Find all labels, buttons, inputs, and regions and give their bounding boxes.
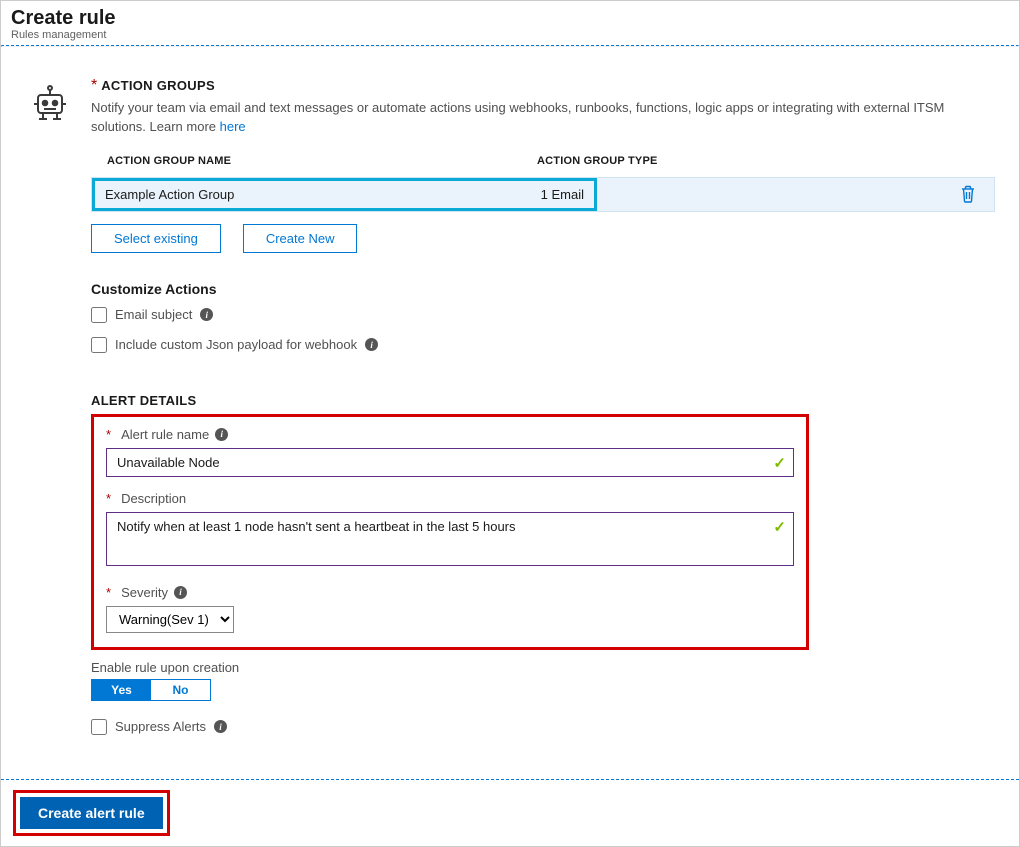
- required-asterisk: *: [106, 491, 111, 506]
- check-icon: ✓: [773, 454, 786, 472]
- suppress-alerts-option[interactable]: Suppress Alerts i: [91, 719, 995, 735]
- action-group-name: Example Action Group: [105, 187, 541, 202]
- action-group-selected-cell: Example Action Group 1 Email: [92, 178, 597, 211]
- footer-bar: Create alert rule: [1, 779, 1019, 846]
- alert-details-section: ALERT DETAILS * Alert rule name i ✓: [91, 393, 995, 735]
- robot-icon: [29, 77, 91, 735]
- create-alert-rule-button[interactable]: Create alert rule: [20, 797, 163, 829]
- email-subject-label: Email subject: [115, 307, 192, 322]
- learn-more-link[interactable]: here: [220, 119, 246, 134]
- rule-name-input[interactable]: [106, 448, 794, 477]
- content-area: * ACTION GROUPS Notify your team via emai…: [1, 47, 1019, 779]
- action-groups-title-row: * ACTION GROUPS: [91, 77, 995, 95]
- rule-name-label: Alert rule name: [121, 427, 209, 442]
- description-label: Description: [121, 491, 186, 506]
- enable-rule-toggle[interactable]: Yes No: [91, 679, 211, 701]
- action-groups-title: ACTION GROUPS: [101, 78, 215, 93]
- action-groups-description: Notify your team via email and text mess…: [91, 99, 995, 137]
- info-icon[interactable]: i: [365, 338, 378, 351]
- page-subtitle: Rules management: [11, 29, 1009, 41]
- create-button-highlight-box: Create alert rule: [13, 790, 170, 836]
- page-title: Create rule: [11, 7, 1009, 30]
- toggle-no[interactable]: No: [151, 680, 210, 700]
- email-subject-option[interactable]: Email subject i: [91, 307, 995, 323]
- select-existing-button[interactable]: Select existing: [91, 224, 221, 253]
- severity-select[interactable]: Warning(Sev 1): [106, 606, 234, 633]
- description-label-row: * Description: [106, 491, 794, 506]
- page-header: Create rule Rules management: [1, 1, 1019, 45]
- severity-label-row: * Severity i: [106, 585, 794, 600]
- create-new-button[interactable]: Create New: [243, 224, 358, 253]
- email-subject-checkbox[interactable]: [91, 307, 107, 323]
- action-groups-section: * ACTION GROUPS Notify your team via emai…: [29, 77, 999, 735]
- create-rule-window: Create rule Rules management: [0, 0, 1020, 847]
- action-group-row[interactable]: Example Action Group 1 Email: [91, 177, 995, 212]
- rule-name-label-row: * Alert rule name i: [106, 427, 794, 442]
- action-group-table-header: ACTION GROUP NAME ACTION GROUP TYPE: [91, 155, 995, 177]
- info-icon[interactable]: i: [215, 428, 228, 441]
- info-icon[interactable]: i: [174, 586, 187, 599]
- alert-details-highlight-box: * Alert rule name i ✓ * Description: [91, 414, 809, 650]
- action-group-type-value: 1 Email: [541, 187, 584, 202]
- info-icon[interactable]: i: [200, 308, 213, 321]
- json-payload-option[interactable]: Include custom Json payload for webhook …: [91, 337, 995, 353]
- customize-actions-title: Customize Actions: [91, 281, 995, 297]
- toggle-yes[interactable]: Yes: [92, 680, 151, 700]
- suppress-alerts-checkbox[interactable]: [91, 719, 107, 735]
- action-group-table: ACTION GROUP NAME ACTION GROUP TYPE Exam…: [91, 155, 995, 253]
- suppress-alerts-label: Suppress Alerts: [115, 719, 206, 734]
- trash-icon[interactable]: [960, 185, 976, 203]
- required-asterisk: *: [106, 427, 111, 442]
- description-input[interactable]: [106, 512, 794, 566]
- json-payload-label: Include custom Json payload for webhook: [115, 337, 357, 352]
- json-payload-checkbox[interactable]: [91, 337, 107, 353]
- required-asterisk: *: [106, 585, 111, 600]
- severity-label: Severity: [121, 585, 168, 600]
- check-icon: ✓: [773, 518, 786, 536]
- info-icon[interactable]: i: [214, 720, 227, 733]
- col-action-group-name: ACTION GROUP NAME: [107, 155, 537, 167]
- alert-details-title: ALERT DETAILS: [91, 393, 995, 408]
- col-action-group-type: ACTION GROUP TYPE: [537, 155, 979, 167]
- required-asterisk: *: [91, 77, 97, 94]
- enable-rule-label: Enable rule upon creation: [91, 660, 995, 675]
